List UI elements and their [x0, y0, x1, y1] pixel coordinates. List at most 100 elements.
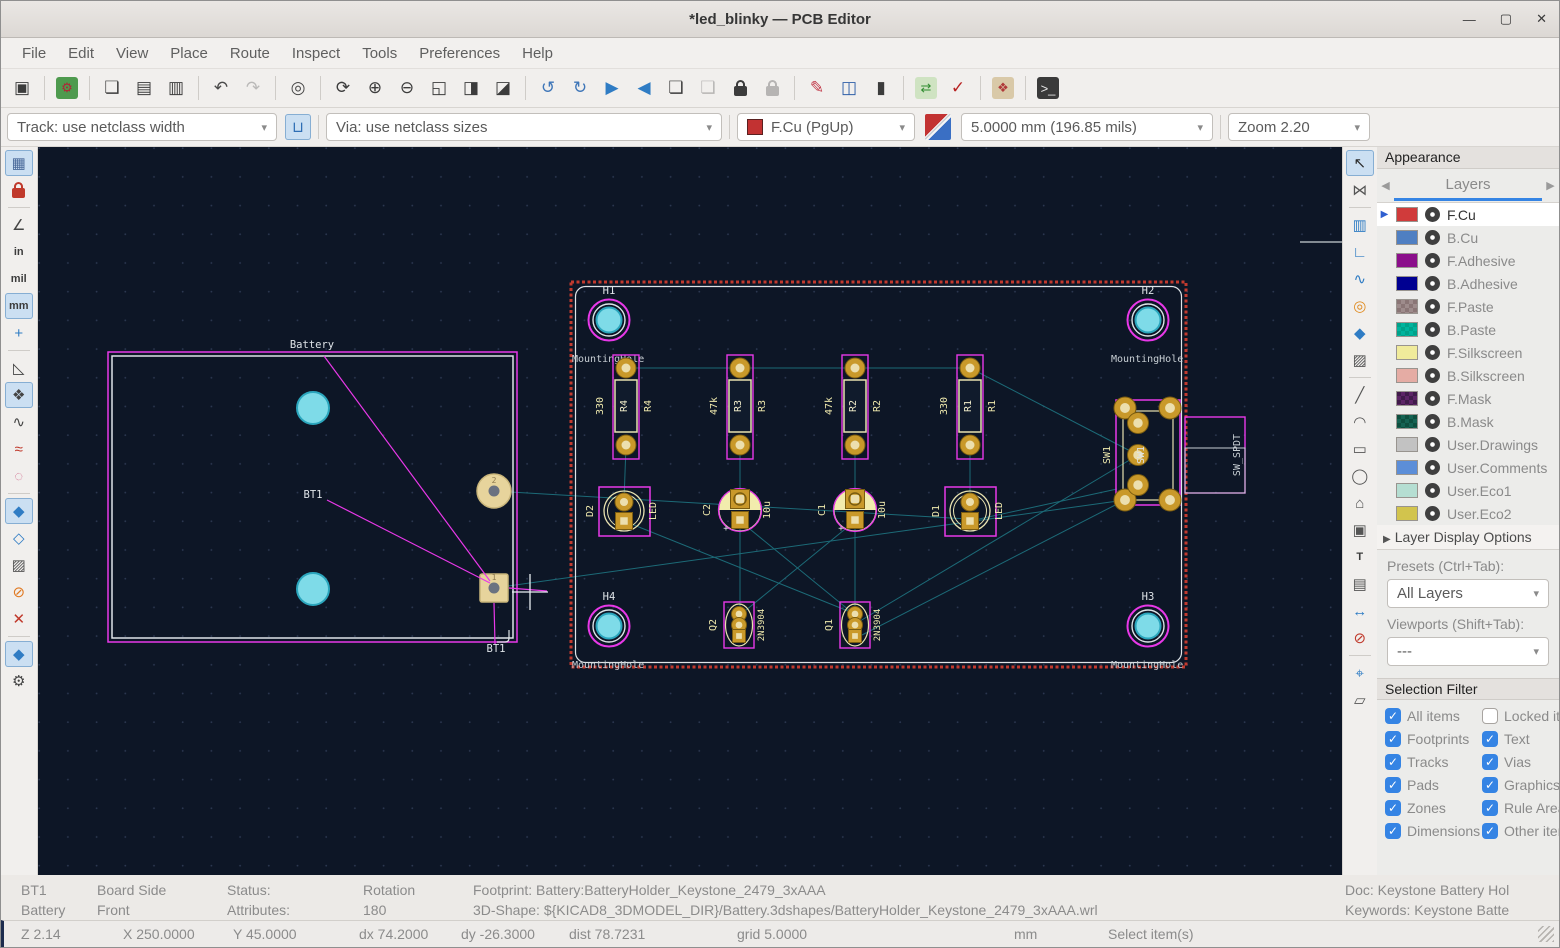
tab-scroll-right-icon[interactable]: ▶ [1542, 179, 1559, 192]
layer-color-swatch[interactable] [1396, 253, 1418, 268]
menu-item-inspect[interactable]: Inspect [281, 45, 351, 62]
zones-outline-icon[interactable]: ◇ [5, 525, 33, 551]
visibility-eye-icon[interactable] [1425, 230, 1440, 245]
filter-footprints[interactable]: ✓ Footprints [1385, 731, 1482, 747]
checked-checkbox-icon[interactable]: ✓ [1482, 800, 1498, 816]
layer-row-user-drawings[interactable]: User.Drawings [1377, 433, 1559, 456]
locked-items-icon[interactable] [5, 177, 33, 203]
flip-horizontal-icon[interactable]: ▶ [597, 73, 627, 103]
flip-vertical-icon[interactable]: ◀ [629, 73, 659, 103]
zoom-select[interactable]: Zoom 2.20 ▾ [1228, 113, 1370, 141]
unlock-icon[interactable] [757, 73, 787, 103]
layer-row-f-mask[interactable]: F.Mask [1377, 387, 1559, 410]
layer-row-user-eco1[interactable]: User.Eco1 [1377, 479, 1559, 502]
grid-origin-icon[interactable]: ⌖ [1346, 660, 1374, 686]
rotate-ccw-icon[interactable]: ↺ [533, 73, 563, 103]
plot-icon[interactable]: ▥ [161, 73, 191, 103]
place-footprint-icon[interactable]: ▥ [1346, 212, 1374, 238]
layer-display-options-expander[interactable]: ▶ Layer Display Options [1377, 525, 1559, 550]
print-icon[interactable]: ▤ [129, 73, 159, 103]
visibility-eye-icon[interactable] [1425, 391, 1440, 406]
layer-color-swatch[interactable] [1396, 506, 1418, 521]
filter-other-items[interactable]: ✓ Other items [1482, 823, 1559, 839]
visibility-eye-icon[interactable] [1425, 276, 1440, 291]
filter-graphics[interactable]: ✓ Graphics [1482, 777, 1559, 793]
footprints-outline-icon[interactable]: ▨ [5, 552, 33, 578]
ungroup-icon[interactable]: ❏ [693, 73, 723, 103]
zoom-selection-icon[interactable]: ◪ [488, 73, 518, 103]
layer-color-swatch[interactable] [1396, 437, 1418, 452]
visibility-eye-icon[interactable] [1425, 506, 1440, 521]
filter-zones[interactable]: ✓ Zones [1385, 800, 1482, 816]
pcb-canvas[interactable]: H1 MountingHole H2 MountingHole H3 MountingHo… [37, 147, 1342, 875]
place-image-icon[interactable]: ▣ [1346, 517, 1374, 543]
net-colors-icon[interactable]: ◌ [5, 463, 33, 489]
place-textbox-icon[interactable]: ▤ [1346, 571, 1374, 597]
page-settings-icon[interactable]: ❏ [97, 73, 127, 103]
visibility-eye-icon[interactable] [1425, 483, 1440, 498]
auto-track-width-icon[interactable]: ⊔ [285, 114, 311, 140]
layer-row-user-eco2[interactable]: User.Eco2 [1377, 502, 1559, 525]
layer-color-swatch[interactable] [1396, 345, 1418, 360]
checked-checkbox-icon[interactable]: ✓ [1482, 754, 1498, 770]
checked-checkbox-icon[interactable]: ✓ [1385, 708, 1401, 724]
delete-tool-icon[interactable]: ⊘ [1346, 625, 1374, 651]
layer-row-f-cu[interactable]: ▶ F.Cu [1377, 203, 1559, 226]
polar-coords-icon[interactable]: ∠ [5, 212, 33, 238]
layer-row-b-silkscreen[interactable]: B.Silkscreen [1377, 364, 1559, 387]
group-icon[interactable]: ❏ [661, 73, 691, 103]
place-text-icon[interactable]: T [1346, 544, 1374, 570]
filter-locked-items[interactable]: Locked items [1482, 708, 1559, 724]
layer-row-f-adhesive[interactable]: F.Adhesive [1377, 249, 1559, 272]
select-tool-icon[interactable]: ↖ [1345, 150, 1374, 176]
dimension-icon[interactable]: ↔ [1346, 598, 1374, 624]
checked-checkbox-icon[interactable]: ✓ [1385, 800, 1401, 816]
draw-rectangle-icon[interactable]: ▭ [1346, 436, 1374, 462]
layer-color-swatch[interactable] [1396, 368, 1418, 383]
pads-outline-icon[interactable]: ⊘ [5, 579, 33, 605]
visibility-eye-icon[interactable] [1425, 207, 1440, 222]
draw-polygon-icon[interactable]: ⌂ [1346, 490, 1374, 516]
layer-color-swatch[interactable] [1396, 414, 1418, 429]
visibility-eye-icon[interactable] [1425, 368, 1440, 383]
footprint-viewer-icon[interactable]: ▮ [866, 73, 896, 103]
draw-circle-icon[interactable]: ◯ [1346, 463, 1374, 489]
local-ratsnest-icon[interactable]: ⋈ [1346, 177, 1374, 203]
layer-color-swatch[interactable] [1396, 276, 1418, 291]
visibility-eye-icon[interactable] [1425, 345, 1440, 360]
cursor-style-icon[interactable]: + [5, 320, 33, 346]
menu-item-edit[interactable]: Edit [57, 45, 105, 62]
visibility-eye-icon[interactable] [1425, 414, 1440, 429]
draw-arc-icon[interactable]: ◠ [1346, 409, 1374, 435]
router-settings-icon[interactable]: ❖ [988, 73, 1018, 103]
redo-icon[interactable]: ↷ [238, 73, 268, 103]
layer-row-f-silkscreen[interactable]: F.Silkscreen [1377, 341, 1559, 364]
checked-checkbox-icon[interactable]: ✓ [1482, 777, 1498, 793]
filter-tracks[interactable]: ✓ Tracks [1385, 754, 1482, 770]
filter-all-items[interactable]: ✓ All items [1385, 708, 1482, 724]
draw-line-icon[interactable]: ╱ [1346, 382, 1374, 408]
zoom-fit-objects-icon[interactable]: ◨ [456, 73, 486, 103]
angle-45-icon[interactable]: ◺ [5, 355, 33, 381]
zoom-in-icon[interactable]: ⊕ [360, 73, 390, 103]
save-icon[interactable]: ▣ [7, 73, 37, 103]
track-highlight-icon[interactable]: ≈ [5, 436, 33, 462]
checked-checkbox-icon[interactable]: ✓ [1482, 823, 1498, 839]
update-pcb-from-schematic-icon[interactable]: ⇄ [911, 73, 941, 103]
filter-dimensions[interactable]: ✓ Dimensions [1385, 823, 1482, 839]
layer-color-swatch[interactable] [1396, 391, 1418, 406]
active-layer-select[interactable]: F.Cu (PgUp) ▾ [737, 113, 915, 141]
filter-text[interactable]: ✓ Text [1482, 731, 1559, 747]
visibility-eye-icon[interactable] [1425, 460, 1440, 475]
drc-icon[interactable]: ✓ [943, 73, 973, 103]
menu-item-place[interactable]: Place [159, 45, 219, 62]
presets-select[interactable]: All Layers ▾ [1387, 579, 1549, 608]
rotate-cw-icon[interactable]: ↻ [565, 73, 595, 103]
tab-scroll-left-icon[interactable]: ◀ [1377, 179, 1394, 192]
checked-checkbox-icon[interactable]: ✓ [1385, 754, 1401, 770]
grid-select[interactable]: 5.0000 mm (196.85 mils) ▾ [961, 113, 1213, 141]
layer-color-swatch[interactable] [1396, 299, 1418, 314]
layer-manager-icon[interactable]: ◆ [4, 641, 33, 667]
visibility-eye-icon[interactable] [1425, 322, 1440, 337]
menu-item-tools[interactable]: Tools [351, 45, 408, 62]
